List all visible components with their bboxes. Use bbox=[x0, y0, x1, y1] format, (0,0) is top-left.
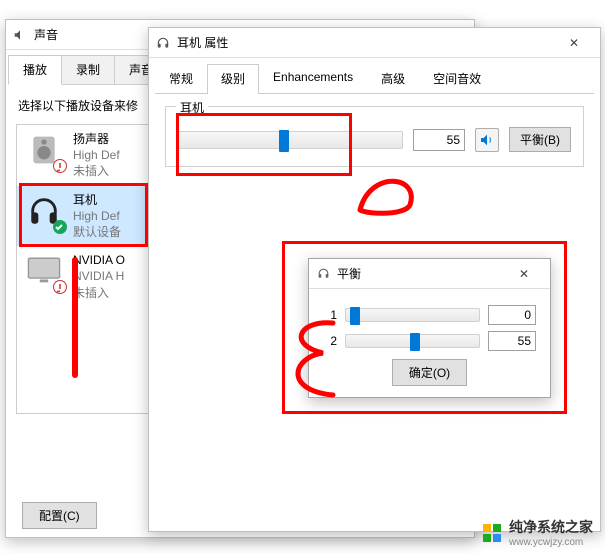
configure-button[interactable]: 配置(C) bbox=[22, 502, 97, 529]
device-status: 未插入 bbox=[73, 163, 120, 179]
balance-value-2[interactable] bbox=[488, 331, 536, 351]
device-sub: High Def bbox=[73, 147, 120, 163]
headphones-icon bbox=[155, 35, 171, 51]
headphones-icon bbox=[25, 192, 63, 230]
ok-button[interactable]: 确定(O) bbox=[392, 359, 467, 386]
close-icon[interactable]: ✕ bbox=[554, 30, 594, 56]
tab-general[interactable]: 常规 bbox=[155, 64, 207, 93]
volume-value[interactable] bbox=[413, 129, 465, 151]
device-status: 默认设备 bbox=[73, 224, 121, 240]
balance-row-1: 1 bbox=[323, 305, 536, 325]
props-titlebar: 耳机 属性 ✕ bbox=[149, 28, 600, 58]
speaker-toggle-icon[interactable] bbox=[475, 128, 499, 152]
device-name: 耳机 bbox=[73, 192, 121, 208]
headphones-icon bbox=[315, 266, 331, 282]
monitor-icon bbox=[25, 252, 63, 290]
balance-titlebar: 平衡 ✕ bbox=[309, 259, 550, 289]
device-sub: NVIDIA H bbox=[73, 268, 125, 284]
balance-slider-2[interactable] bbox=[345, 334, 480, 348]
unplugged-badge bbox=[53, 159, 67, 173]
balance-button[interactable]: 平衡(B) bbox=[509, 127, 571, 152]
balance-dialog: 平衡 ✕ 1 2 确定(O) bbox=[308, 258, 551, 398]
watermark-logo bbox=[483, 524, 501, 542]
slider-thumb[interactable] bbox=[350, 307, 360, 325]
props-title: 耳机 属性 bbox=[177, 34, 554, 51]
tab-enhancements[interactable]: Enhancements bbox=[259, 64, 367, 93]
channel-label: 2 bbox=[323, 334, 337, 348]
slider-thumb[interactable] bbox=[410, 333, 420, 351]
balance-value-1[interactable] bbox=[488, 305, 536, 325]
balance-slider-1[interactable] bbox=[345, 308, 480, 322]
tab-level[interactable]: 级别 bbox=[207, 64, 259, 94]
sound-icon bbox=[12, 27, 28, 43]
speaker-icon bbox=[25, 131, 63, 169]
watermark-url: www.ycwjzy.com bbox=[509, 537, 593, 548]
volume-group: 耳机 平衡(B) bbox=[165, 106, 584, 167]
device-name: 扬声器 bbox=[73, 131, 120, 147]
volume-slider[interactable] bbox=[178, 131, 403, 149]
default-badge bbox=[53, 220, 67, 234]
channel-label: 1 bbox=[323, 308, 337, 322]
device-sub: High Def bbox=[73, 208, 121, 224]
slider-thumb[interactable] bbox=[279, 130, 289, 152]
close-icon[interactable]: ✕ bbox=[504, 261, 544, 287]
props-tabs: 常规 级别 Enhancements 高级 空间音效 bbox=[155, 64, 594, 94]
device-name: NVIDIA O bbox=[73, 252, 125, 268]
watermark: 纯净系统之家 www.ycwjzy.com bbox=[483, 517, 593, 548]
group-label: 耳机 bbox=[176, 99, 208, 116]
tab-advanced[interactable]: 高级 bbox=[367, 64, 419, 93]
watermark-text: 纯净系统之家 bbox=[509, 517, 593, 537]
tab-spatial[interactable]: 空间音效 bbox=[419, 64, 495, 93]
balance-row-2: 2 bbox=[323, 331, 536, 351]
tab-record[interactable]: 录制 bbox=[61, 55, 115, 84]
tab-playback[interactable]: 播放 bbox=[8, 55, 62, 85]
device-status: 未插入 bbox=[73, 285, 125, 301]
balance-title: 平衡 bbox=[337, 265, 504, 282]
unplugged-badge bbox=[53, 280, 67, 294]
